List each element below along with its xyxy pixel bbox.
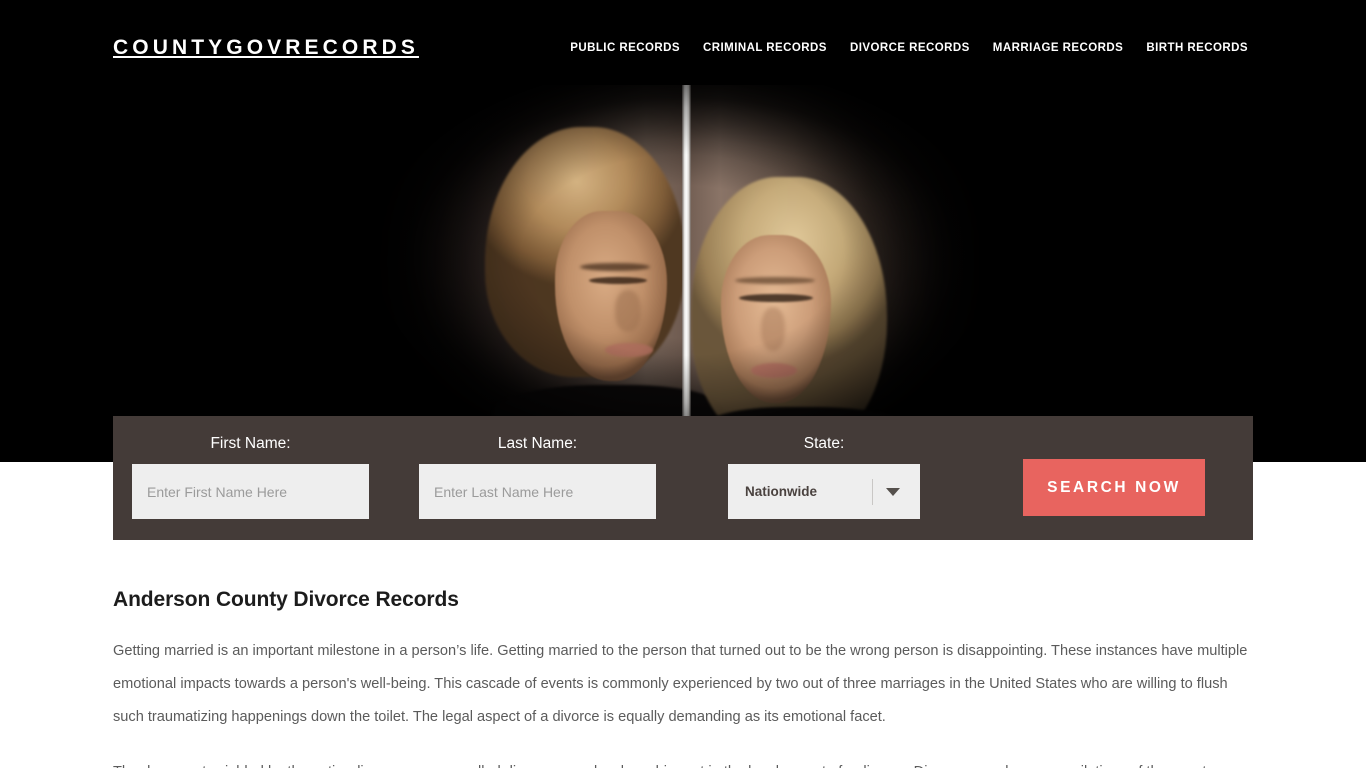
page-root: COUNTYGOVRECORDS PUBLIC RECORDS CRIMINAL… (0, 0, 1366, 768)
last-name-field-group: Last Name: (419, 434, 656, 519)
site-header: COUNTYGOVRECORDS PUBLIC RECORDS CRIMINAL… (0, 0, 1366, 95)
first-name-label: First Name: (210, 435, 291, 452)
state-select[interactable]: Nationwide (728, 464, 920, 519)
nav-item-public-records[interactable]: PUBLIC RECORDS (570, 42, 680, 54)
article-paragraph-2: The documents yielded by the entire divo… (113, 756, 1253, 768)
page-title: Anderson County Divorce Records (113, 588, 459, 611)
state-field-group: State: Nationwide (728, 434, 920, 519)
site-logo[interactable]: COUNTYGOVRECORDS (113, 36, 419, 60)
first-name-input[interactable] (132, 464, 369, 519)
nav-item-criminal-records[interactable]: CRIMINAL RECORDS (703, 42, 827, 54)
record-search-form: First Name: Last Name: State: Nationwide… (113, 416, 1253, 540)
last-name-input[interactable] (419, 464, 656, 519)
article-paragraph-1: Getting married is an important mileston… (113, 643, 1248, 725)
nav-item-divorce-records[interactable]: DIVORCE RECORDS (850, 42, 970, 54)
search-now-button[interactable]: SEARCH NOW (1023, 459, 1205, 516)
main-navigation: PUBLIC RECORDS CRIMINAL RECORDS DIVORCE … (570, 42, 1248, 54)
hero-image (373, 85, 993, 425)
last-name-label: Last Name: (497, 435, 578, 452)
nav-item-birth-records[interactable]: BIRTH RECORDS (1146, 42, 1248, 54)
hero-vignette (373, 85, 993, 425)
state-select-value: Nationwide (745, 484, 818, 499)
state-label: State: (803, 435, 845, 452)
state-select-separator (872, 479, 873, 505)
chevron-down-icon (886, 487, 900, 496)
first-name-field-group: First Name: (132, 434, 369, 519)
article-section: Anderson County Divorce Records Getting … (113, 588, 1253, 768)
nav-item-marriage-records[interactable]: MARRIAGE RECORDS (993, 42, 1124, 54)
